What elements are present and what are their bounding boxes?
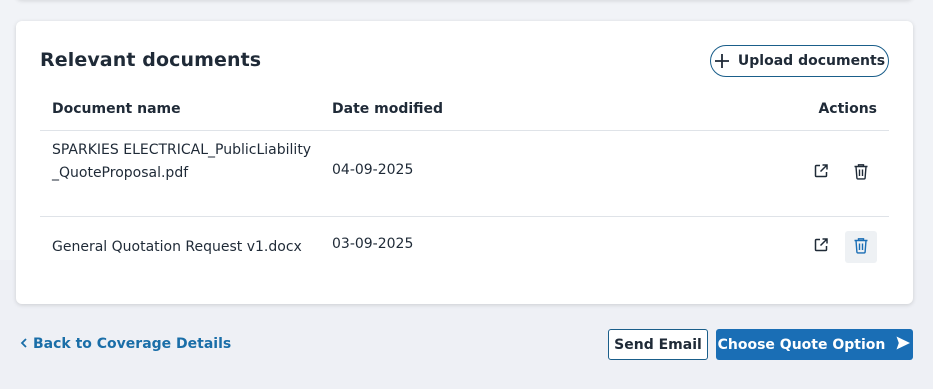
open-document-button[interactable] <box>805 157 837 189</box>
send-arrow-icon <box>895 335 911 355</box>
choose-quote-option-label: Choose Quote Option <box>717 336 886 353</box>
upload-documents-button[interactable]: Upload documents <box>710 45 889 77</box>
table-header: Document name Date modified Actions <box>40 99 889 131</box>
date-modified: 04-09-2025 <box>332 162 414 178</box>
document-name: General Quotation Request v1.docx <box>52 239 302 255</box>
chevron-left-icon <box>20 336 28 352</box>
table-row: General Quotation Request v1.docx 03-09-… <box>40 217 889 279</box>
document-name: SPARKIES ELECTRICAL_PublicLiability_Quot… <box>52 142 312 181</box>
back-to-coverage-details-link[interactable]: Back to Coverage Details <box>20 336 231 352</box>
delete-document-button[interactable] <box>845 157 877 189</box>
open-document-button[interactable] <box>805 231 837 263</box>
column-header-date-modified: Date modified <box>332 101 444 117</box>
column-header-actions: Actions <box>818 101 877 117</box>
upload-documents-label: Upload documents <box>737 53 886 69</box>
external-link-icon <box>813 163 829 183</box>
card-title: Relevant documents <box>40 49 262 71</box>
date-modified: 03-09-2025 <box>332 236 414 252</box>
column-header-document-name: Document name <box>52 101 181 117</box>
plus-icon <box>714 53 730 69</box>
send-email-button[interactable]: Send Email <box>608 329 708 360</box>
relevant-documents-card: Relevant documents Upload documents Docu… <box>16 21 913 304</box>
table-row: SPARKIES ELECTRICAL_PublicLiability_Quot… <box>40 131 889 217</box>
choose-quote-option-button[interactable]: Choose Quote Option <box>716 329 913 360</box>
trash-icon <box>853 237 869 258</box>
external-link-icon <box>813 237 829 257</box>
trash-icon <box>853 163 869 184</box>
back-link-label: Back to Coverage Details <box>33 336 232 352</box>
delete-document-button[interactable] <box>845 231 877 263</box>
